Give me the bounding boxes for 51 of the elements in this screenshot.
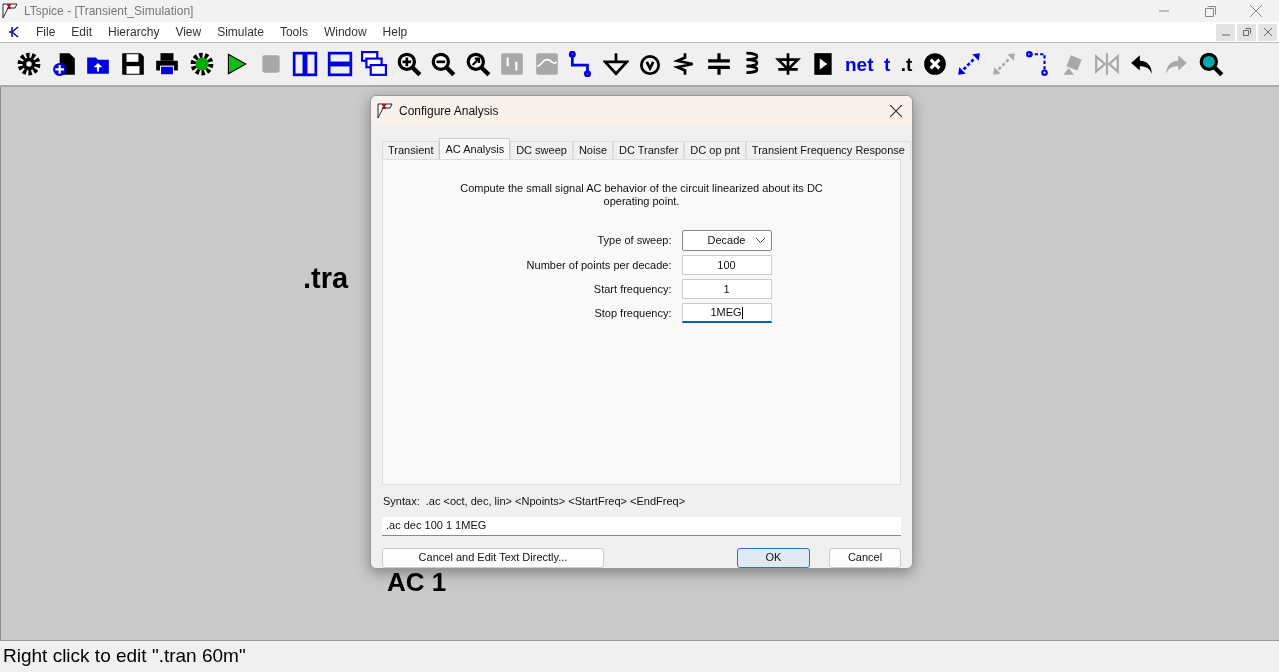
menu-item[interactable]: Window bbox=[315, 23, 375, 41]
menu-item[interactable]: Hierarchy bbox=[100, 23, 168, 41]
menu-item[interactable]: Help bbox=[374, 23, 416, 41]
sweep-dropdown[interactable]: Decade bbox=[681, 230, 772, 251]
restore-icon bbox=[1242, 28, 1251, 36]
field-label: Start frequency: bbox=[592, 281, 672, 297]
syntax-text: Syntax: .ac <oct, dec, lin> <Npoints> <StartFreq> <EndFreq> bbox=[383, 494, 687, 509]
description-text: Compute the small signal AC behavior of the circuit linearized about its DC operating point. bbox=[459, 182, 824, 208]
child-close-button[interactable] bbox=[1258, 23, 1277, 41]
dialog-button[interactable]: Cancel and Edit Text Directly... bbox=[382, 547, 604, 568]
status-text: Right click to edit ".tran 60m" bbox=[3, 644, 246, 669]
field-value: 1MEG bbox=[710, 305, 742, 321]
close-icon bbox=[890, 105, 902, 117]
tab[interactable]: DC op pnt bbox=[684, 141, 746, 159]
menu-item[interactable]: View bbox=[167, 23, 210, 41]
menu-item[interactable]: Edit bbox=[63, 23, 101, 41]
menu-item[interactable]: File bbox=[28, 23, 64, 41]
toolbar-text-button[interactable]: t bbox=[881, 49, 894, 79]
input-field[interactable]: 1MEG bbox=[681, 303, 772, 323]
chevron-icon bbox=[755, 238, 765, 243]
spice-directive: .tra bbox=[303, 261, 349, 296]
restore-icon bbox=[1204, 5, 1216, 17]
toolbar-text-button[interactable]: net bbox=[842, 49, 877, 79]
tab[interactable]: DC sweep bbox=[510, 141, 573, 159]
close-icon bbox=[1250, 5, 1262, 17]
child-restore-button[interactable] bbox=[1237, 23, 1256, 41]
dialog-button[interactable]: OK bbox=[737, 547, 810, 568]
menu-item[interactable]: Simulate bbox=[209, 23, 272, 41]
command-field[interactable]: .ac dec 100 1 1MEG bbox=[382, 516, 901, 536]
app-logo-icon bbox=[377, 103, 393, 119]
tab[interactable]: Transient Frequency Response bbox=[745, 141, 911, 159]
close-icon bbox=[1263, 28, 1272, 36]
input-field[interactable]: 1 bbox=[681, 279, 772, 299]
dialog-button[interactable]: Cancel bbox=[829, 547, 901, 568]
minimize-icon bbox=[1159, 10, 1169, 12]
field-label: Stop frequency: bbox=[593, 305, 672, 321]
dialog-title: Configure Analysis bbox=[399, 103, 499, 120]
tab[interactable]: Transient bbox=[382, 141, 440, 159]
input-field[interactable]: 100 bbox=[681, 255, 772, 275]
tab[interactable]: Noise bbox=[572, 141, 614, 159]
dropdown-value: Decade bbox=[707, 233, 746, 249]
window-title: LTspice - [Transient_Simulation] bbox=[24, 3, 194, 20]
tab[interactable]: AC Analysis bbox=[439, 138, 511, 159]
field-label: Type of sweep: bbox=[596, 233, 672, 249]
field-value: 1 bbox=[723, 281, 730, 297]
spice-directive: AC 1 bbox=[387, 569, 447, 595]
toolbar-text-button[interactable]: .t bbox=[897, 49, 916, 79]
field-value: 100 bbox=[717, 257, 736, 273]
menu-item[interactable]: Tools bbox=[271, 23, 316, 41]
tab[interactable]: DC Transfer bbox=[613, 141, 685, 159]
field-label: Number of points per decade: bbox=[525, 257, 672, 273]
